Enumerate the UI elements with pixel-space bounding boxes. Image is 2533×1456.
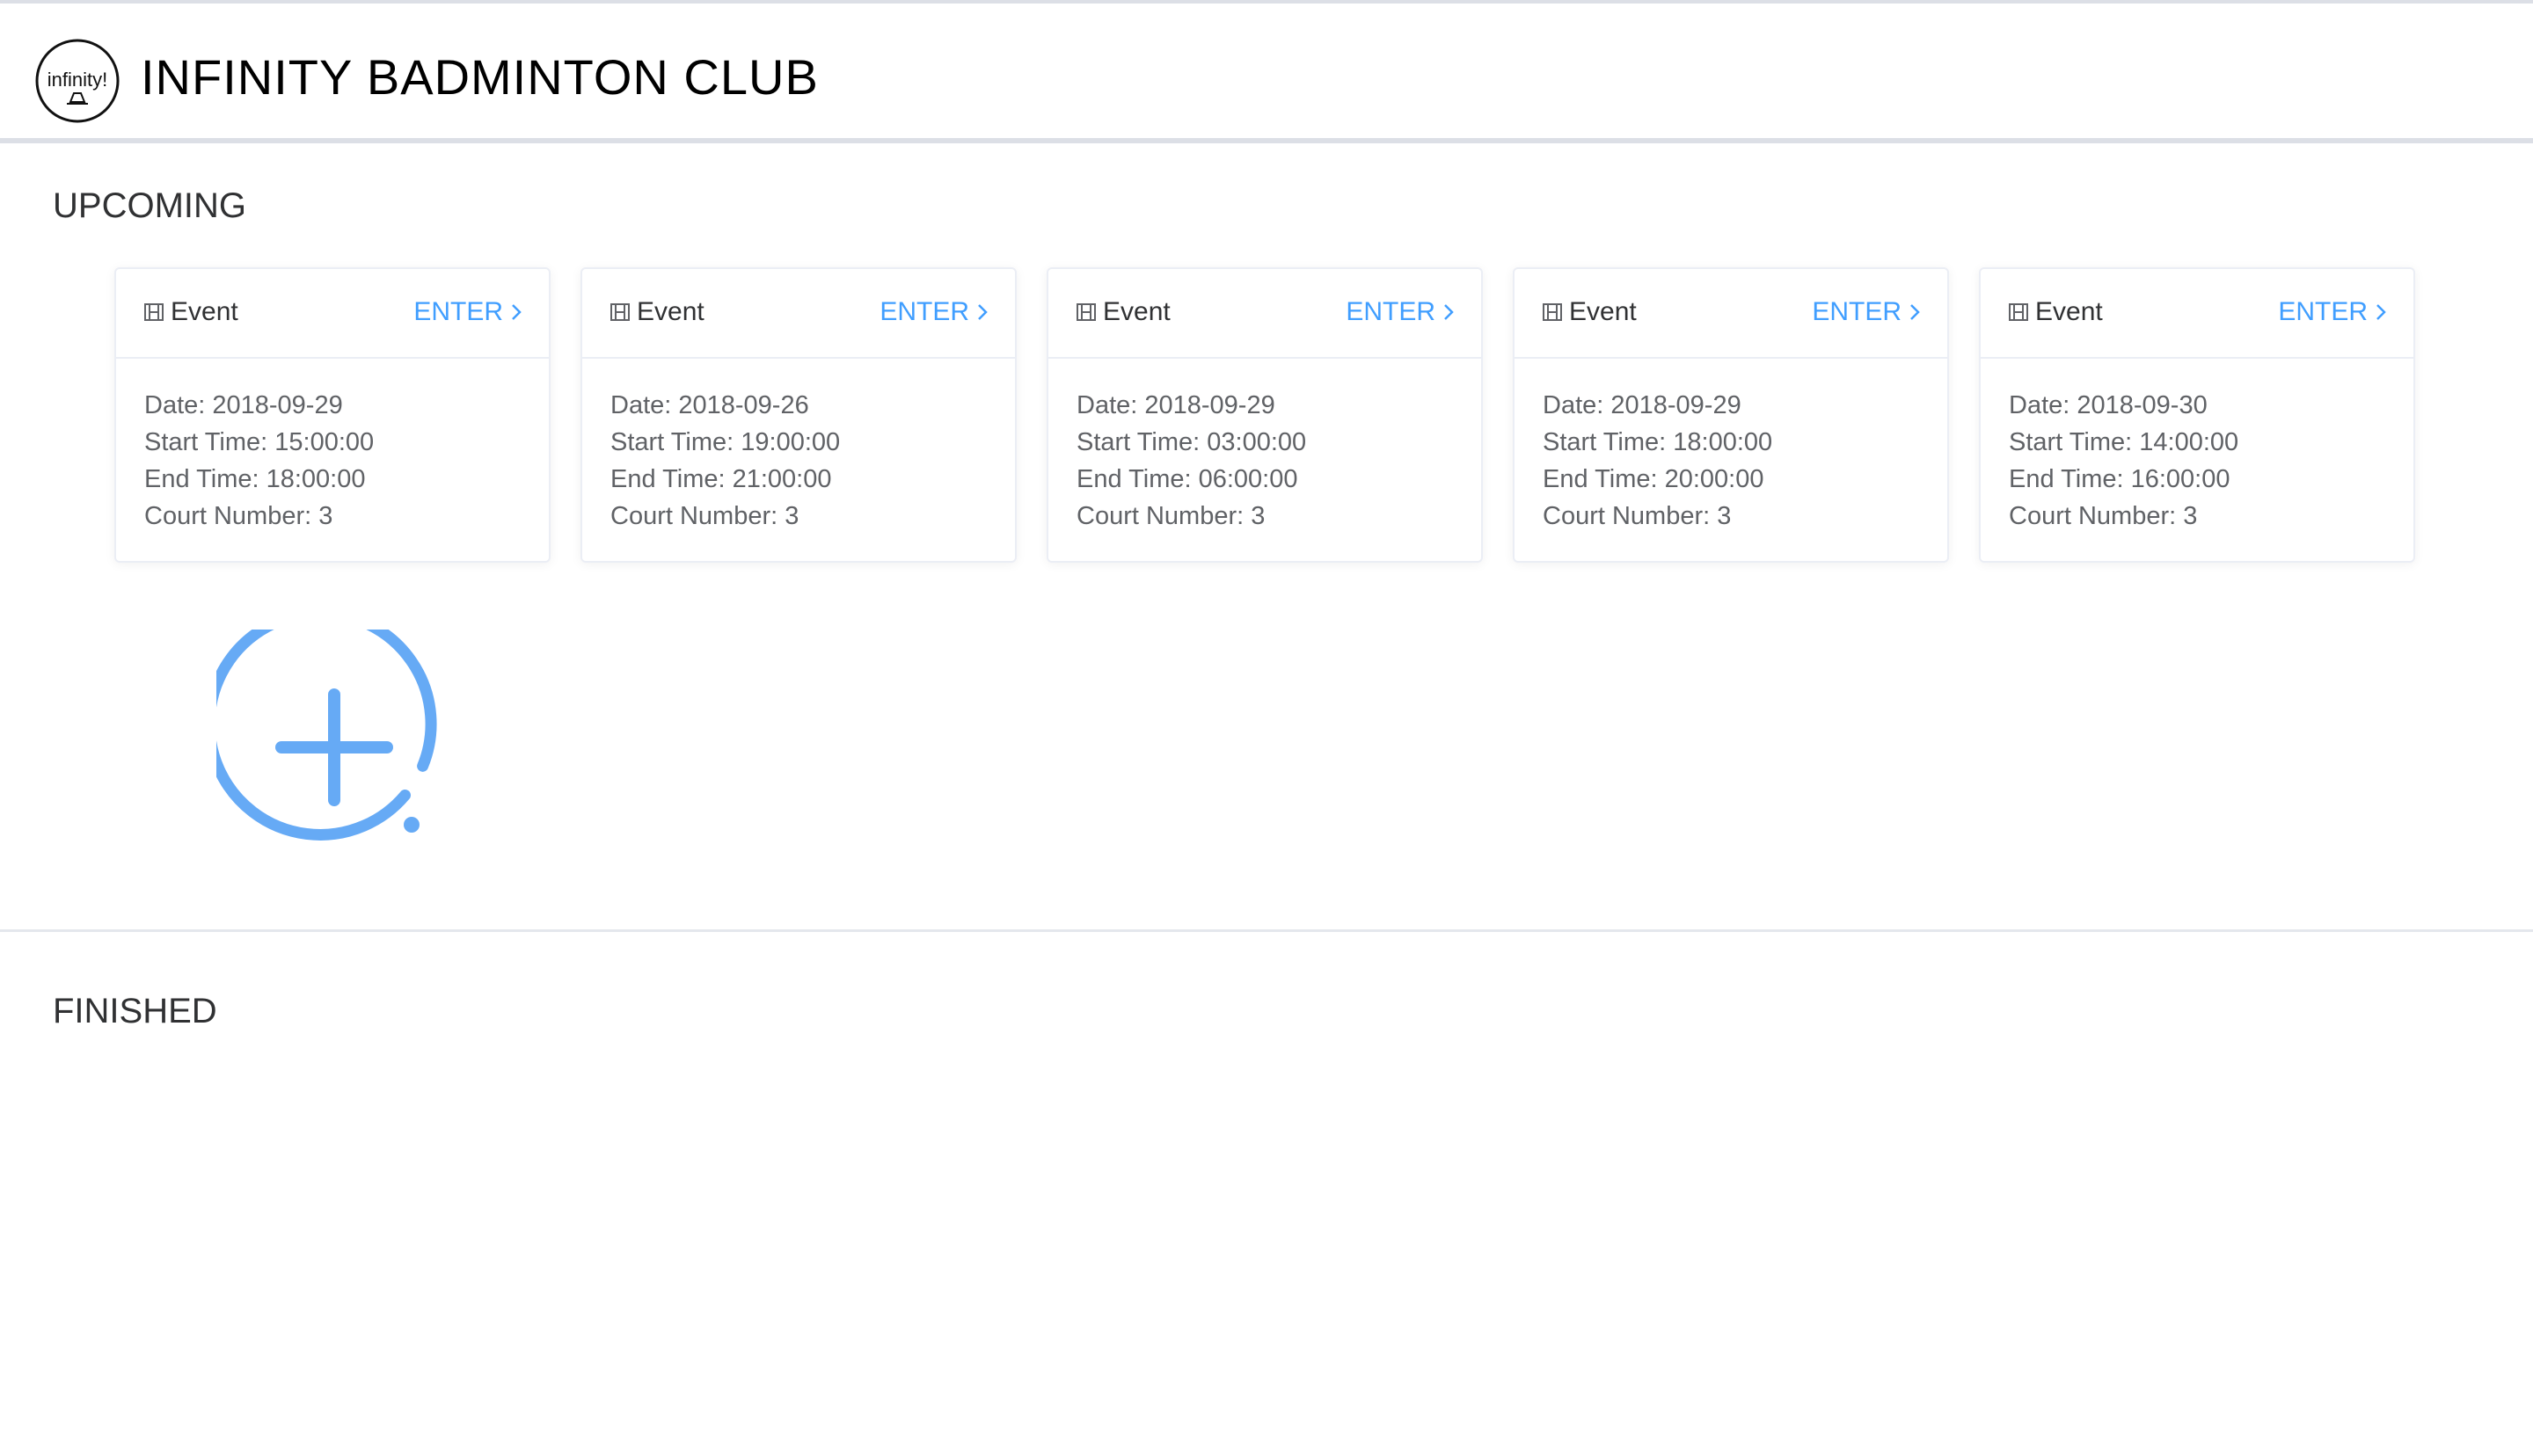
event-card-header: Event ENTER — [582, 269, 1015, 359]
event-card: Event ENTER Date: 2018-09-29 Start Time:… — [1513, 267, 1949, 563]
finished-heading: FINISHED — [53, 992, 217, 1030]
film-icon — [1543, 303, 1562, 321]
chevron-right-icon — [512, 304, 522, 320]
event-card-body: Date: 2018-09-29 Start Time: 18:00:00 En… — [1543, 387, 1930, 535]
enter-label: ENTER — [1812, 297, 1902, 326]
film-icon — [1077, 303, 1096, 321]
chevron-right-icon — [1444, 304, 1454, 320]
event-start-time: Start Time: 18:00:00 — [1543, 428, 1773, 456]
event-card-header: Event ENTER — [1048, 269, 1481, 359]
film-icon — [610, 303, 630, 321]
enter-label: ENTER — [2278, 297, 2368, 326]
event-start-time: Start Time: 15:00:00 — [144, 428, 375, 456]
event-court-number: Court Number: 3 — [2009, 502, 2198, 530]
chevron-right-icon — [2376, 304, 2386, 320]
event-card-body: Date: 2018-09-29 Start Time: 03:00:00 En… — [1077, 387, 1464, 535]
film-icon — [2009, 303, 2028, 321]
event-end-time: End Time: 18:00:00 — [144, 465, 366, 493]
event-start-time: Start Time: 14:00:00 — [2009, 428, 2239, 456]
club-title: INFINITY BADMINTON CLUB — [141, 49, 819, 105]
event-court-number: Court Number: 3 — [144, 502, 333, 530]
enter-button[interactable]: ENTER — [880, 295, 989, 329]
event-card-body: Date: 2018-09-30 Start Time: 14:00:00 En… — [2009, 387, 2396, 535]
event-end-time: End Time: 21:00:00 — [610, 465, 832, 493]
event-start-time: Start Time: 03:00:00 — [1077, 428, 1307, 456]
event-card-title: Event — [1103, 297, 1171, 326]
event-card: Event ENTER Date: 2018-09-29 Start Time:… — [1047, 267, 1483, 563]
enter-label: ENTER — [413, 297, 503, 326]
event-date: Date: 2018-09-29 — [1543, 391, 1741, 419]
event-card-header: Event ENTER — [1515, 269, 1947, 359]
enter-button[interactable]: ENTER — [413, 295, 522, 329]
section-divider — [0, 929, 2533, 932]
event-card: Event ENTER Date: 2018-09-30 Start Time:… — [1979, 267, 2415, 563]
event-end-time: End Time: 06:00:00 — [1077, 465, 1298, 493]
enter-label: ENTER — [1346, 297, 1435, 326]
event-card-title: Event — [171, 297, 238, 326]
event-card-body: Date: 2018-09-29 Start Time: 15:00:00 En… — [144, 387, 531, 535]
event-date: Date: 2018-09-29 — [1077, 391, 1275, 419]
film-icon — [144, 303, 164, 321]
event-date: Date: 2018-09-30 — [2009, 391, 2208, 419]
event-card: Event ENTER Date: 2018-09-29 Start Time:… — [114, 267, 551, 563]
event-court-number: Court Number: 3 — [610, 502, 799, 530]
club-logo: infinity! — [35, 39, 120, 123]
event-court-number: Court Number: 3 — [1543, 502, 1732, 530]
enter-label: ENTER — [880, 297, 969, 326]
chevron-right-icon — [1910, 304, 1920, 320]
header-divider — [0, 138, 2533, 143]
event-card-title: Event — [1569, 297, 1637, 326]
enter-button[interactable]: ENTER — [1346, 295, 1455, 329]
enter-button[interactable]: ENTER — [2278, 295, 2387, 329]
logo-text: infinity! — [47, 69, 107, 91]
event-card: Event ENTER Date: 2018-09-26 Start Time:… — [580, 267, 1017, 563]
event-card-header: Event ENTER — [1981, 269, 2413, 359]
event-end-time: End Time: 20:00:00 — [1543, 465, 1764, 493]
event-card-title: Event — [637, 297, 704, 326]
enter-button[interactable]: ENTER — [1812, 295, 1921, 329]
event-card-body: Date: 2018-09-26 Start Time: 19:00:00 En… — [610, 387, 997, 535]
chevron-right-icon — [978, 304, 988, 320]
app-header: infinity! INFINITY BADMINTON CLUB — [0, 4, 2533, 138]
event-start-time: Start Time: 19:00:00 — [610, 428, 841, 456]
add-event-button[interactable] — [216, 630, 452, 865]
event-court-number: Court Number: 3 — [1077, 502, 1266, 530]
circle-plus-icon — [216, 630, 437, 841]
upcoming-heading: UPCOMING — [53, 186, 246, 225]
event-date: Date: 2018-09-26 — [610, 391, 809, 419]
event-card-header: Event ENTER — [116, 269, 549, 359]
event-card-title: Event — [2035, 297, 2103, 326]
event-end-time: End Time: 16:00:00 — [2009, 465, 2230, 493]
event-date: Date: 2018-09-29 — [144, 391, 343, 419]
